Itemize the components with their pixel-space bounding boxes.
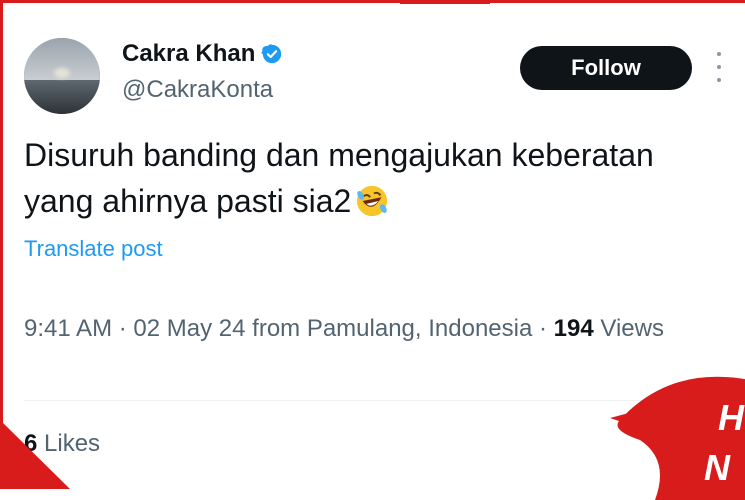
views-count: 194	[553, 315, 594, 342]
verified-badge-icon	[261, 44, 282, 64]
watermark-logo: H N	[610, 376, 745, 500]
avatar-sun	[54, 68, 70, 78]
tweet-text: Disuruh banding dan mengajukan keberatan…	[24, 132, 734, 224]
tweet-text-line-2-text: yang ahirnya pasti sia2	[24, 183, 352, 219]
author-handle[interactable]: @CakraKonta	[122, 76, 273, 104]
translate-post-link[interactable]: Translate post	[24, 236, 163, 262]
tweet-date[interactable]: 02 May 24	[133, 315, 245, 342]
follow-button[interactable]: Follow	[520, 46, 692, 90]
avatar[interactable]	[24, 38, 100, 114]
avatar-sea	[24, 79, 100, 114]
svg-text:H: H	[718, 397, 745, 438]
meta-separator: ·	[539, 315, 547, 342]
meta-separator: ·	[118, 315, 127, 342]
more-dot	[717, 78, 721, 82]
rolling-on-floor-laughing-icon	[357, 185, 388, 217]
red-corner-decoration	[0, 420, 70, 489]
from-label: from	[252, 315, 301, 342]
frame-accent	[400, 0, 490, 4]
more-icon[interactable]	[714, 52, 724, 82]
tweet-text-line-1: Disuruh banding dan mengajukan keberatan	[24, 137, 654, 173]
author-display-name[interactable]: Cakra Khan	[122, 40, 255, 68]
author-name-row: Cakra Khan	[122, 40, 283, 68]
more-dot	[717, 65, 721, 69]
svg-text:N: N	[704, 447, 731, 488]
more-dot	[717, 52, 721, 56]
tweet-meta: 9:41 AM · 02 May 24 from Pamulang, Indon…	[24, 310, 729, 348]
tweet-time[interactable]: 9:41 AM	[24, 315, 112, 342]
tweet-location: Pamulang, Indonesia	[306, 315, 533, 342]
tweet-text-line-2: yang ahirnya pasti sia2	[24, 178, 734, 224]
views-label: Views	[600, 315, 664, 342]
